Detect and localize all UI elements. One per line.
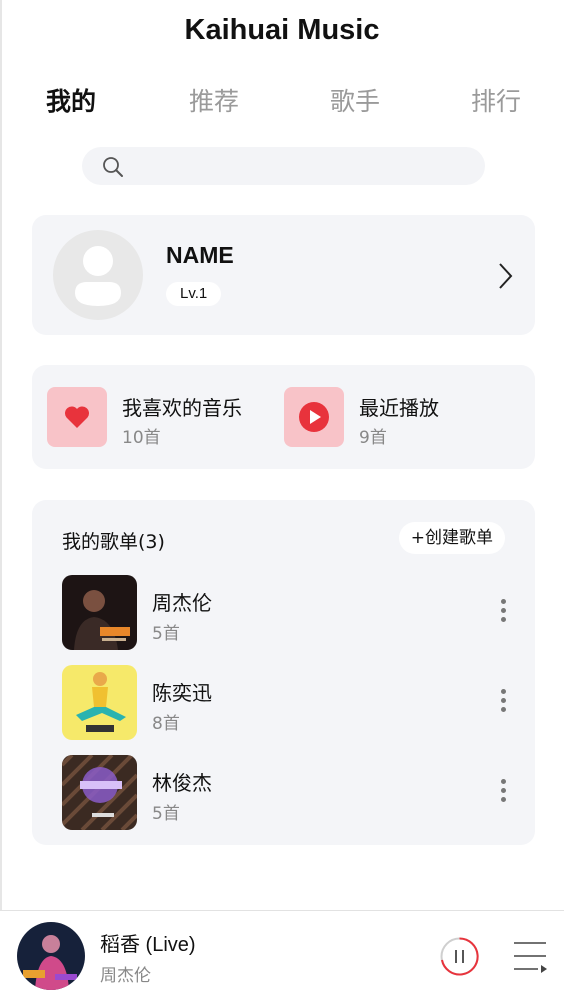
playlists-header: 我的歌单(3) — [62, 531, 165, 553]
chevron-right-icon[interactable] — [497, 262, 513, 290]
play-circle-icon — [284, 387, 344, 447]
playlist-title: 林俊杰 — [152, 771, 212, 795]
playlist-cover — [62, 755, 137, 830]
playlist-cover — [62, 665, 137, 740]
tab-mine[interactable]: 我的 — [46, 82, 96, 118]
playlist-count: 5首 — [152, 804, 180, 824]
more-vertical-icon[interactable] — [499, 599, 507, 627]
profile-name: NAME — [166, 242, 234, 268]
mini-player[interactable]: 稻香 (Live) 周杰伦 — [0, 910, 564, 997]
search-input[interactable] — [82, 147, 485, 185]
tab-bar: 我的 推荐 歌手 排行 — [0, 82, 564, 118]
tab-recommend[interactable]: 推荐 — [189, 82, 239, 118]
liked-music-count: 10首 — [122, 428, 161, 448]
tab-singers[interactable]: 歌手 — [330, 82, 380, 118]
user-avatar-icon — [53, 230, 143, 320]
create-playlist-button[interactable]: +创建歌单 — [398, 522, 505, 554]
now-playing-artist: 周杰伦 — [100, 966, 151, 986]
app-title: Kaihuai Music — [184, 14, 380, 46]
more-vertical-icon[interactable] — [499, 779, 507, 807]
heart-icon — [47, 387, 107, 447]
playlist-count: 5首 — [152, 624, 180, 644]
playlist-row[interactable]: 林俊杰 5首 — [62, 755, 507, 831]
level-badge: Lv.1 — [166, 282, 222, 306]
now-playing-cover — [17, 922, 85, 990]
playlist-row[interactable]: 陈奕迅 8首 — [62, 665, 507, 741]
now-playing-title: 稻香 (Live) — [100, 934, 196, 956]
playlist-count: 8首 — [152, 714, 180, 734]
playlist-cover — [62, 575, 137, 650]
playlist-title: 周杰伦 — [152, 591, 212, 615]
quick-access-card: 我喜欢的音乐 10首 最近播放 9首 — [32, 365, 535, 469]
my-playlists-card: 我的歌单(3) +创建歌单 周杰伦 5首 陈奕迅 8首 林俊杰 5首 — [32, 500, 535, 845]
recent-played-title: 最近播放 — [359, 396, 439, 420]
tab-charts[interactable]: 排行 — [471, 82, 521, 118]
playlist-title: 陈奕迅 — [152, 681, 212, 705]
liked-music-item[interactable]: 我喜欢的音乐 10首 — [47, 387, 267, 448]
left-border — [0, 0, 2, 997]
playlist-row[interactable]: 周杰伦 5首 — [62, 575, 507, 651]
playlist-queue-icon[interactable] — [512, 940, 548, 974]
profile-card[interactable]: NAME Lv.1 — [32, 215, 535, 335]
more-vertical-icon[interactable] — [499, 689, 507, 717]
recent-played-item[interactable]: 最近播放 9首 — [284, 387, 504, 448]
search-icon — [103, 157, 123, 177]
pause-icon[interactable] — [440, 937, 479, 976]
liked-music-title: 我喜欢的音乐 — [122, 396, 242, 420]
recent-played-count: 9首 — [359, 428, 387, 448]
